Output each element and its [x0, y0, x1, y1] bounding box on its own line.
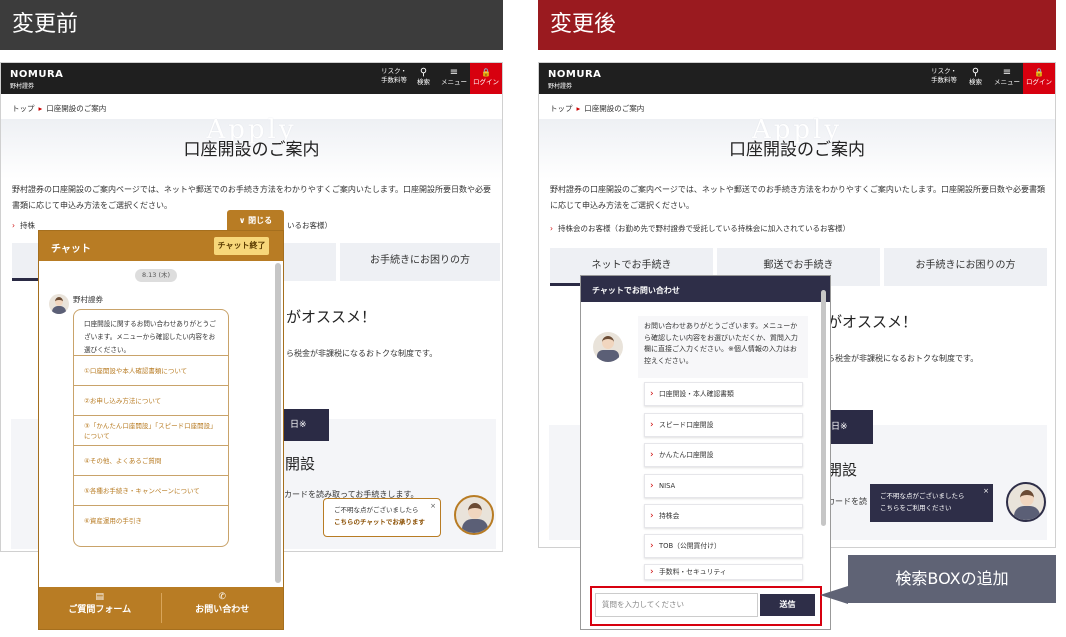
login-button[interactable]: 🔒 ログイン — [470, 63, 502, 94]
lock-icon: 🔒 — [1034, 68, 1044, 77]
chat-header: チャットでお問い合わせ — [581, 276, 830, 302]
holder-link-tail: いるお客様） — [287, 221, 332, 230]
tax-text: ら税金が非課税になるおトクな制度です。 — [827, 354, 979, 363]
chat-question-input[interactable]: 質問を入力してください — [595, 593, 758, 617]
recommend-heading: がオススメ！ — [827, 313, 918, 331]
chat-option[interactable]: ⑥資産運用の手引き — [74, 506, 228, 536]
lock-icon: 🔒 — [481, 68, 491, 77]
breadcrumb: トップ ▸ 口座開設のご案内 — [550, 104, 645, 113]
close-icon[interactable]: × — [983, 485, 989, 497]
chat-tooltip-after: × ご不明な点がございましたら こちらをご利用ください — [870, 484, 993, 522]
chat-launcher-avatar-icon[interactable] — [1006, 482, 1046, 522]
after-label: 変更後 — [538, 0, 1056, 50]
open-heading: 開設 — [827, 461, 858, 479]
send-button[interactable]: 送信 — [760, 594, 815, 616]
top-navbar: NOMURA 野村證券 リスク・ 手数料等 ⚲ 検索 ≡ メニュー 🔒 ログイン — [1, 63, 502, 94]
before-label: 変更前 — [0, 0, 503, 50]
tax-text: ら税金が非課税になるおトクな制度です。 — [286, 349, 438, 358]
menu-icon: ≡ — [449, 67, 459, 78]
chat-message: お問い合わせありがとうございます。メニューから確認したい内容をお選びいただくか、… — [638, 316, 808, 378]
tab-help[interactable]: お手続きにお困りの方 — [340, 243, 500, 281]
nav-search[interactable]: ⚲ 検索 — [969, 67, 982, 87]
holder-link[interactable]: › 持株会のお客様（お勤め先で野村證券で受託している持株会に加入されているお客様） — [550, 223, 850, 234]
contact-button[interactable]: ✆ お問い合わせ — [162, 587, 284, 629]
callout-pointer — [820, 586, 848, 604]
chat-option[interactable]: ②お申し込み方法について — [74, 386, 228, 416]
chat-option[interactable]: かんたん口座開設 — [644, 443, 803, 467]
chat-option[interactable]: ①口座開設や本人確認書類について — [74, 356, 228, 386]
breadcrumb-separator-icon: ▸ — [576, 104, 581, 113]
chat-launcher-avatar-icon[interactable] — [454, 495, 494, 535]
chat-window-before: チャット チャット終了 8.13 (木) 野村證券 口座開設に関するお問い合わせ… — [38, 230, 284, 630]
days-badge: 日※ — [284, 409, 329, 441]
days-badge: 日※ — [825, 410, 873, 444]
chat-close-tab[interactable]: ∨ 閉じる — [227, 210, 284, 231]
page-title: 口座開設のご案内 — [729, 140, 865, 160]
chat-option[interactable]: ⑤各種お手続き・キャンペーンについて — [74, 476, 228, 506]
breadcrumb-separator-icon: ▸ — [38, 104, 43, 113]
chat-footer: ▤ ご質問フォーム ✆ お問い合わせ — [39, 587, 283, 629]
login-button[interactable]: 🔒 ログイン — [1023, 63, 1055, 94]
nomura-logo[interactable]: NOMURA 野村證券 — [10, 69, 63, 90]
chat-option[interactable]: 手数料・セキュリティ — [644, 564, 803, 580]
nav-search[interactable]: ⚲ 検索 — [417, 67, 430, 87]
nav-risk-fees[interactable]: リスク・ 手数料等 — [381, 67, 407, 85]
top-navbar: NOMURA 野村證券 リスク・ 手数料等 ⚲ 検索 ≡ メニュー 🔒 ログイン — [539, 63, 1055, 94]
bot-name: 野村證券 — [73, 295, 103, 304]
search-icon: ⚲ — [419, 67, 428, 78]
chat-option[interactable]: NISA — [644, 474, 803, 498]
chat-message: 口座開設に関するお問い合わせありがとうございます。メニューから確認したい内容をお… — [74, 310, 228, 356]
intro-text: 野村證券の口座開設のご案内ページでは、ネットや郵送でのお手続き方法をわかりやすく… — [550, 185, 1046, 210]
search-icon: ⚲ — [971, 67, 980, 78]
chat-option[interactable]: 持株会 — [644, 504, 803, 528]
breadcrumb: トップ ▸ 口座開設のご案内 — [12, 104, 107, 113]
menu-icon: ≡ — [1002, 67, 1012, 78]
card-text: カードを読 — [827, 497, 867, 506]
bot-avatar-icon — [49, 294, 69, 314]
chat-option[interactable]: 口座開設・本人確認書類 — [644, 382, 803, 406]
chat-scrollbar[interactable] — [275, 263, 281, 583]
open-heading: 開設 — [285, 455, 316, 473]
nav-menu[interactable]: ≡ メニュー — [441, 67, 467, 87]
page-title: 口座開設のご案内 — [183, 140, 320, 160]
nav-menu[interactable]: ≡ メニュー — [994, 67, 1020, 87]
document-icon: ▤ — [95, 592, 104, 602]
close-icon[interactable]: × — [430, 500, 436, 512]
chat-tooltip-before: × ご不明な点がございましたら こちらのチャットでお承ります — [323, 498, 441, 537]
nav-risk-fees[interactable]: リスク・ 手数料等 — [931, 67, 957, 85]
chat-message-bubble: 口座開設に関するお問い合わせありがとうございます。メニューから確認したい内容をお… — [73, 309, 229, 547]
callout-label: 検索BOXの追加 — [848, 555, 1056, 603]
phone-icon: ✆ — [218, 592, 227, 602]
tab-help[interactable]: お手続きにお困りの方 — [884, 248, 1047, 286]
chat-date: 8.13 (木) — [135, 269, 177, 282]
chat-scrollbar[interactable] — [820, 280, 827, 580]
chat-option[interactable]: ③「かんたん口座開設」「スピード口座開設」について — [74, 416, 228, 446]
question-form-button[interactable]: ▤ ご質問フォーム — [39, 587, 161, 629]
nomura-logo[interactable]: NOMURA 野村證券 — [548, 69, 601, 90]
holder-link[interactable]: › 持株 — [12, 220, 35, 231]
chat-option[interactable]: TOB（公開買付け） — [644, 534, 803, 558]
bot-avatar-icon — [593, 332, 623, 362]
chat-end-button[interactable]: チャット終了 — [214, 237, 269, 255]
breadcrumb-home[interactable]: トップ — [12, 104, 35, 113]
recommend-heading: がオススメ！ — [286, 308, 377, 326]
chat-window-after: チャットでお問い合わせ お問い合わせありがとうございます。メニューから確認したい… — [580, 275, 831, 630]
chat-option[interactable]: スピード口座開設 — [644, 413, 803, 437]
chat-option[interactable]: ④その他、よくあるご質問 — [74, 446, 228, 476]
breadcrumb-home[interactable]: トップ — [550, 104, 573, 113]
